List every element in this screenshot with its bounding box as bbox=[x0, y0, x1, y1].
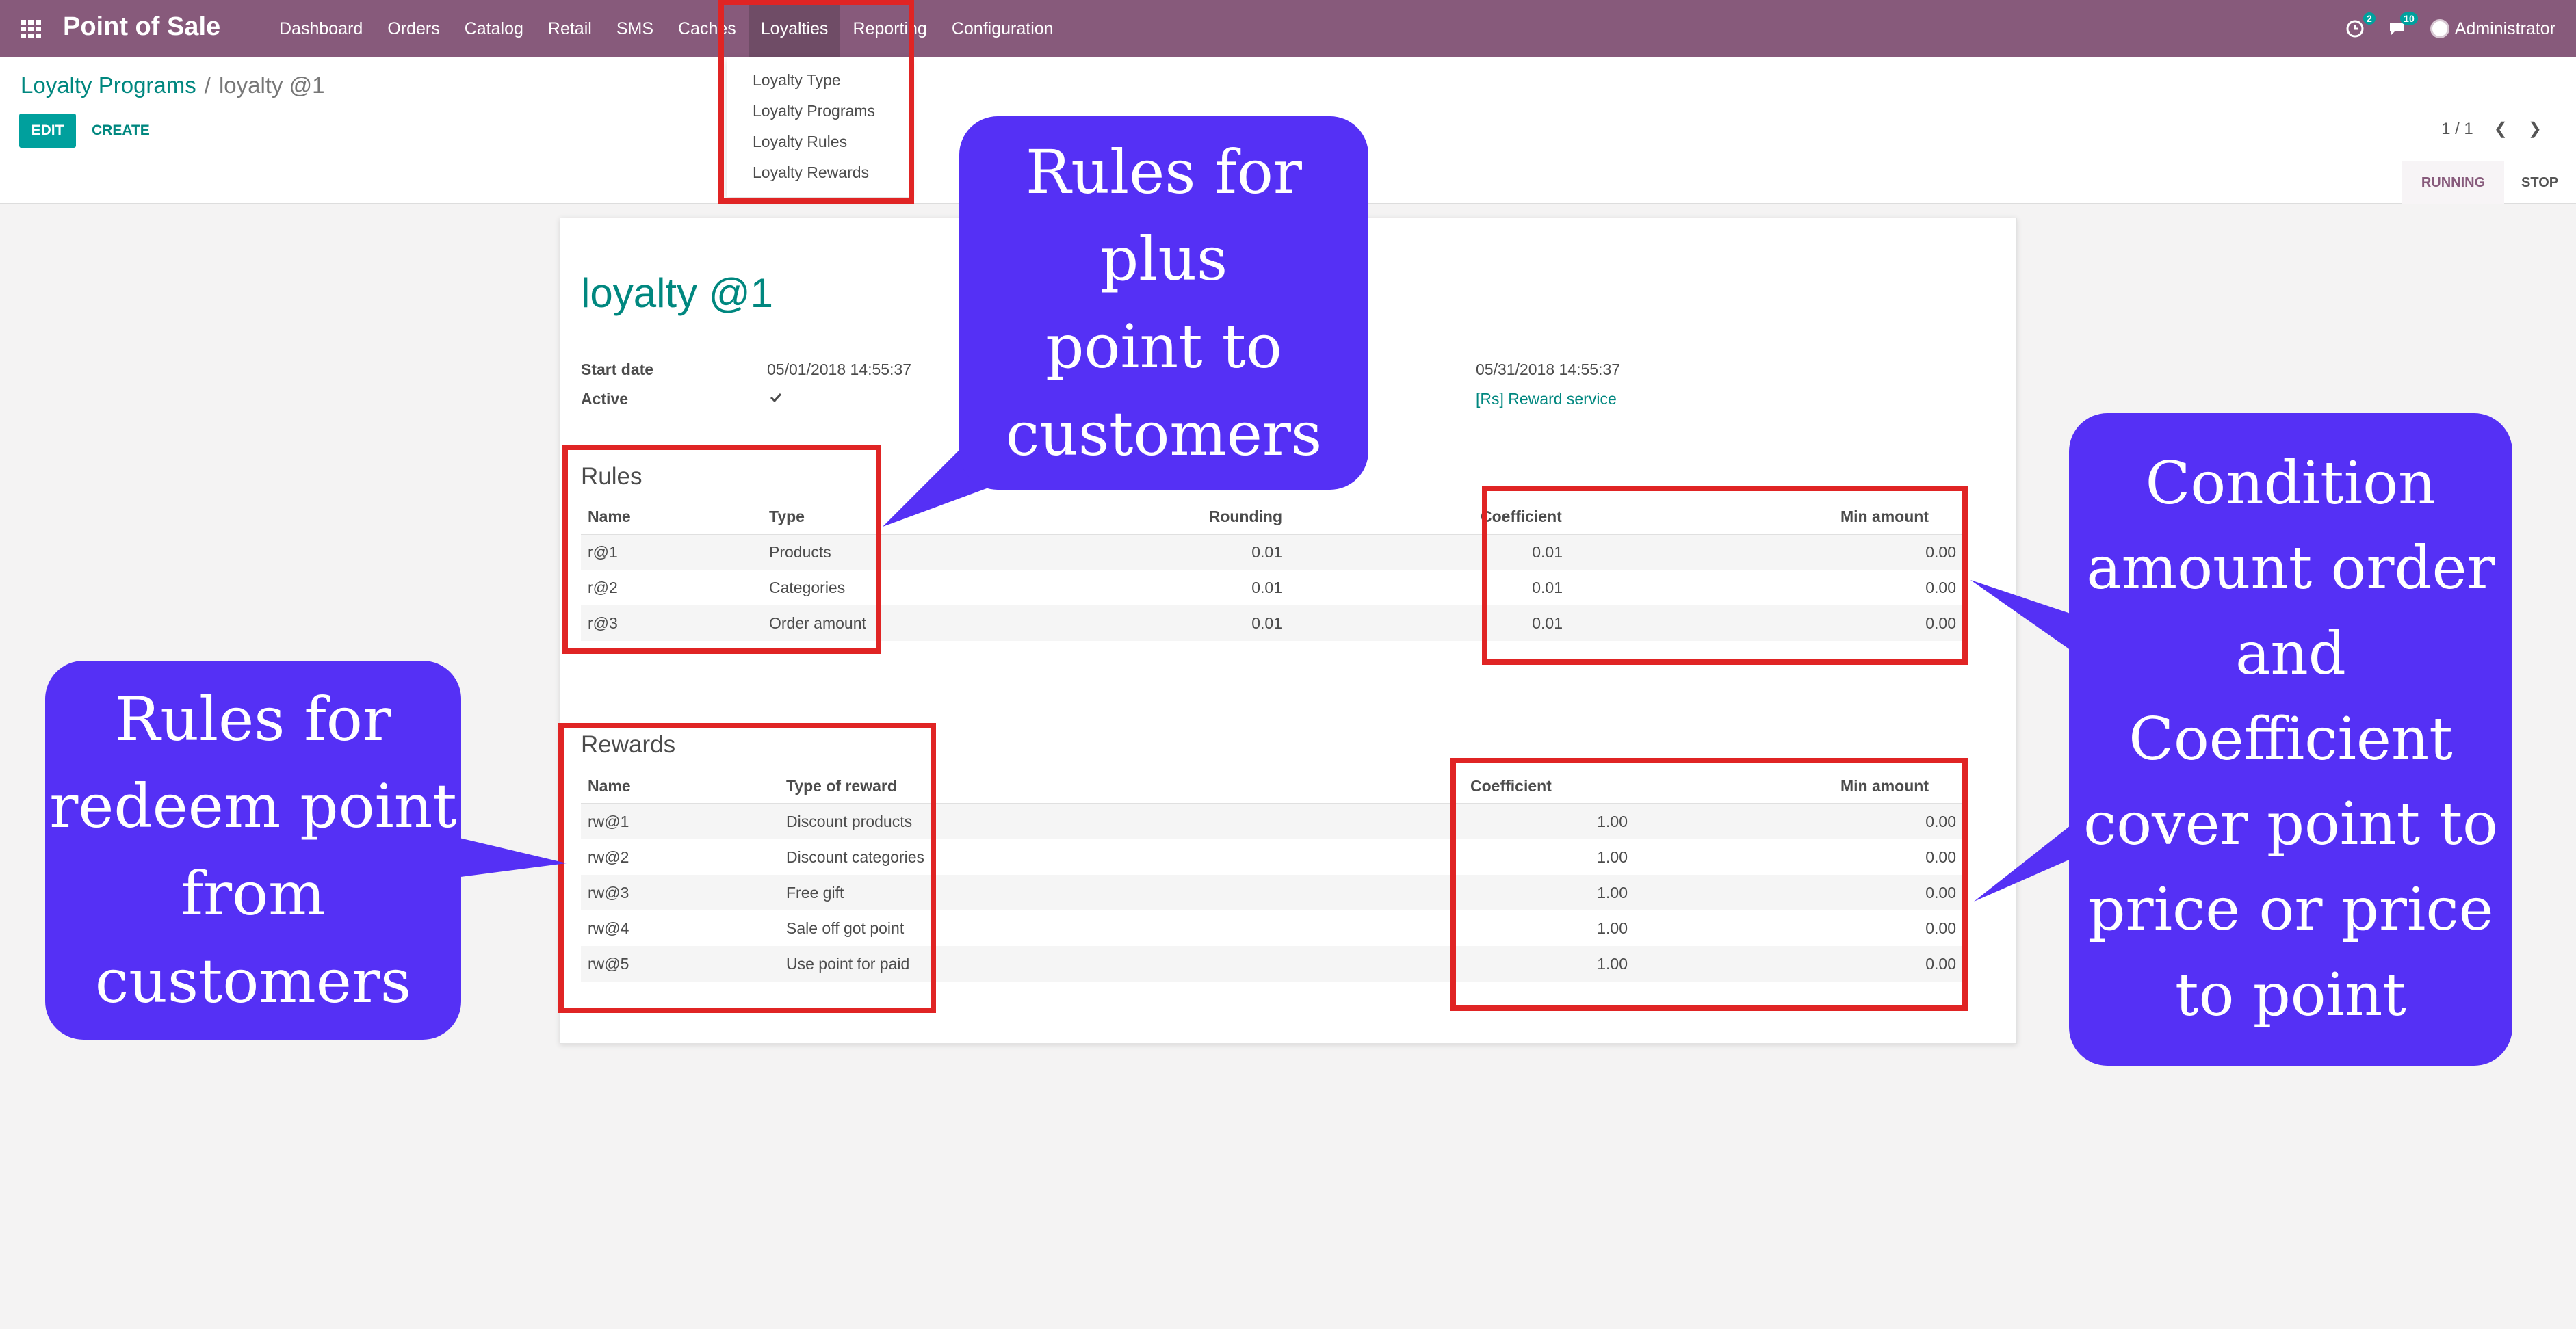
callout-line: from bbox=[181, 858, 326, 929]
callout-line: amount order bbox=[2086, 534, 2495, 603]
left-callout-pointer bbox=[445, 834, 567, 879]
callout-line: redeem point bbox=[49, 771, 457, 842]
callout-line: customers bbox=[1005, 398, 1323, 469]
callout-line: to point bbox=[2175, 960, 2406, 1029]
callout-condition-coefficient: Condition amount order and Coefficient c… bbox=[2069, 413, 2512, 1066]
callout-line: point to bbox=[1045, 311, 1282, 382]
callout-line: customers bbox=[94, 945, 412, 1016]
callout-line: and Coefficient bbox=[2129, 619, 2453, 774]
callout-line: Rules for bbox=[115, 683, 391, 754]
callout-line: Rules for plus bbox=[1026, 136, 1302, 295]
callout-redeem-point-rules: Rules for redeem point from customers bbox=[45, 661, 461, 1040]
callout-line: cover point to bbox=[2083, 790, 2498, 859]
callout-plus-point-rules: Rules for plus point to customers bbox=[959, 116, 1368, 490]
right-callout-pointer-bottom bbox=[1974, 821, 2080, 902]
callout-line: Condition bbox=[2145, 449, 2436, 518]
right-callout-pointer-top bbox=[1970, 580, 2080, 657]
callout-line: price or price bbox=[2087, 876, 2494, 945]
